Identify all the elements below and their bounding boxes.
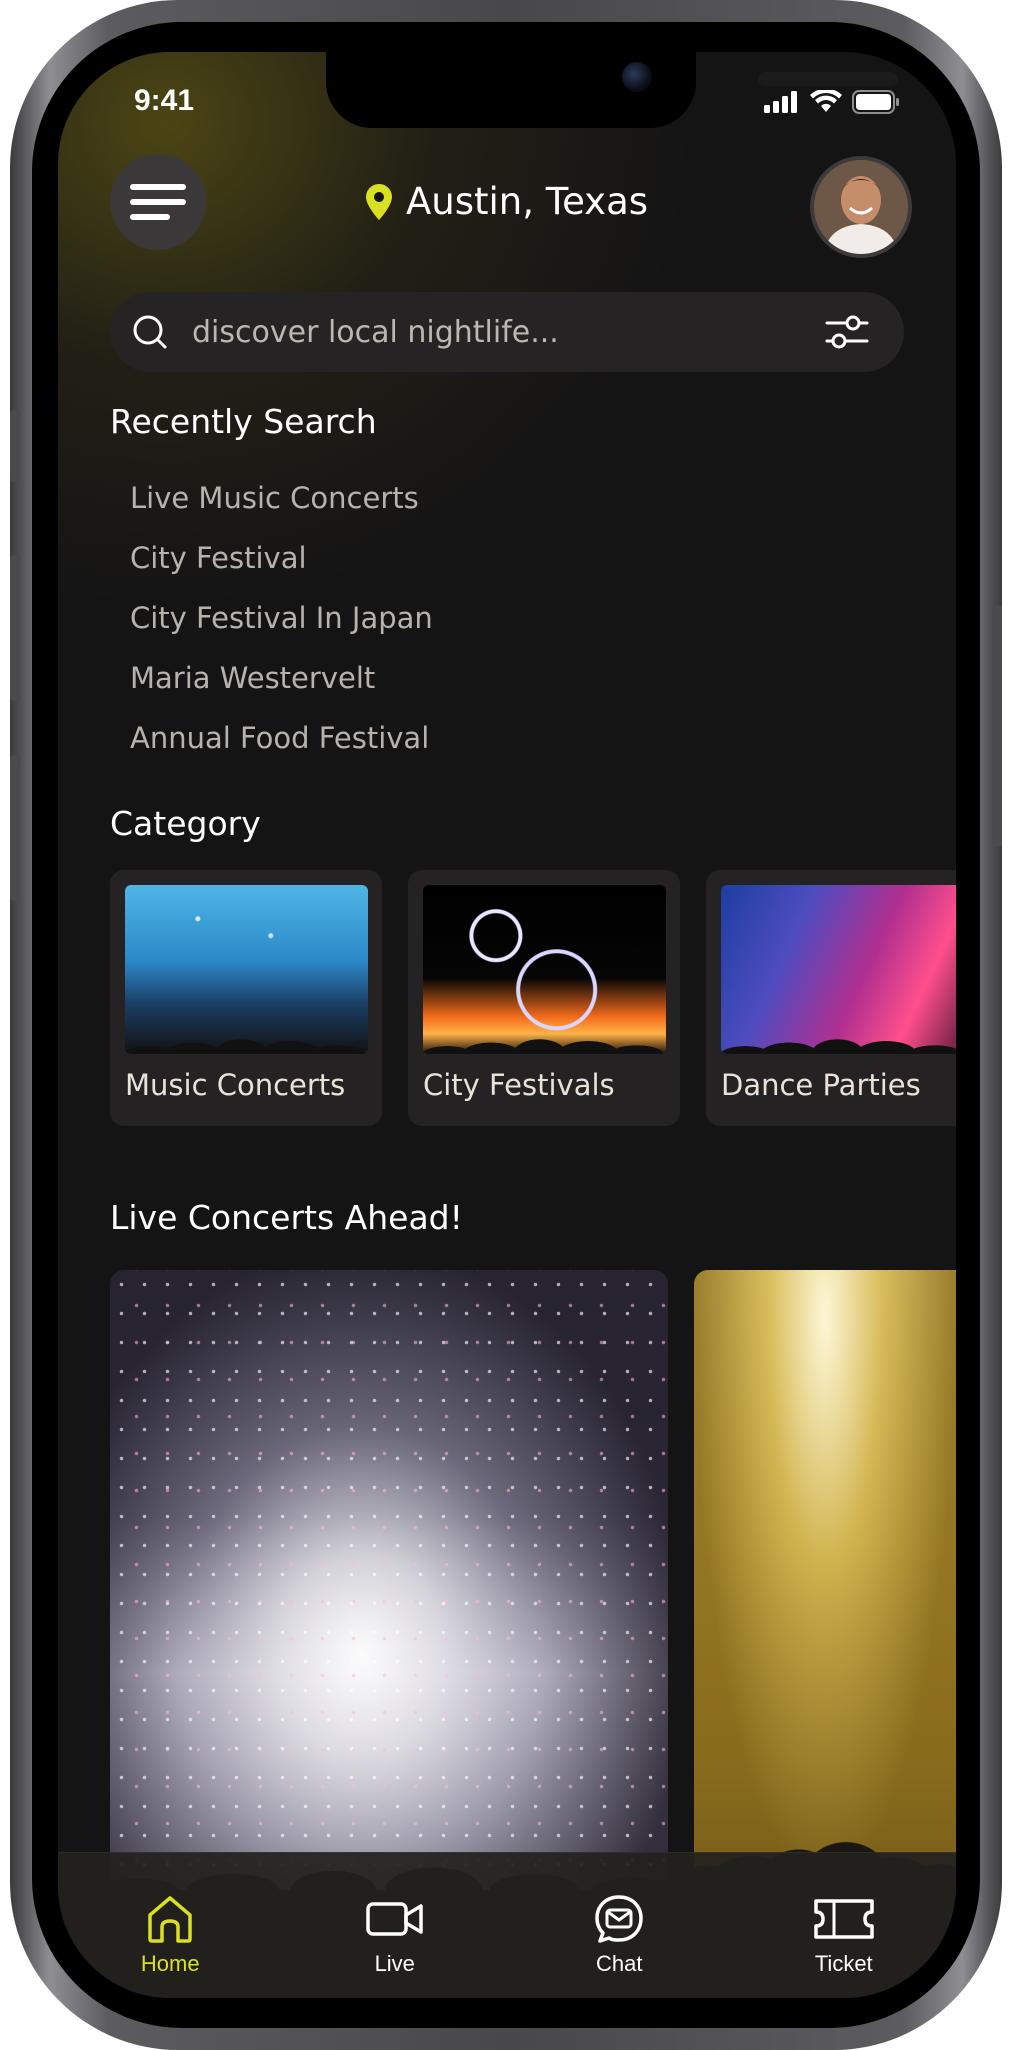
- wifi-icon: [810, 90, 842, 112]
- volume-down-button: [10, 755, 20, 901]
- nav-label: Home: [140, 1951, 200, 1976]
- nav-item-home[interactable]: Home: [110, 1853, 230, 1977]
- category-card-dance-parties[interactable]: Dance Parties: [706, 870, 956, 1126]
- recent-search-item[interactable]: Live Music Concerts: [130, 468, 433, 528]
- category-title: Category: [110, 804, 261, 843]
- silent-switch: [10, 410, 20, 482]
- video-camera-icon: [366, 1902, 423, 1936]
- speaker-grille: [758, 72, 898, 86]
- chat-icon: [595, 1895, 643, 1943]
- recent-search-title: Recently Search: [110, 402, 377, 441]
- category-label: City Festivals: [423, 1068, 615, 1102]
- volume-up-button: [10, 555, 20, 701]
- nav-label: Ticket: [814, 1951, 873, 1976]
- recent-search-list: Live Music Concerts City Festival City F…: [130, 468, 433, 768]
- category-label: Music Concerts: [125, 1068, 346, 1102]
- search-icon: [130, 312, 170, 352]
- recent-search-item[interactable]: Annual Food Festival: [130, 708, 433, 768]
- sliders-icon: [825, 315, 869, 349]
- ticket-icon: [814, 1899, 874, 1939]
- front-camera: [622, 62, 652, 92]
- home-icon: [148, 1896, 192, 1943]
- category-image-city-festivals: [423, 885, 666, 1054]
- status-time: 9:41: [134, 84, 195, 117]
- status-icons: [764, 90, 900, 114]
- nav-label: Live: [374, 1951, 415, 1976]
- signal-icon: [764, 91, 797, 113]
- battery-icon: [852, 90, 899, 114]
- category-image-music-concerts: [125, 885, 368, 1054]
- bottom-nav: Home Live Chat Ticket: [58, 1852, 956, 1998]
- recent-search-item[interactable]: City Festival In Japan: [130, 588, 433, 648]
- power-button: [992, 605, 1002, 847]
- avatar[interactable]: [810, 156, 912, 258]
- nav-label: Chat: [596, 1951, 643, 1976]
- category-image-dance-parties: [721, 885, 956, 1054]
- category-card-city-festivals[interactable]: City Festivals: [408, 870, 680, 1126]
- filter-button[interactable]: [824, 309, 870, 355]
- location-pin-icon: [365, 183, 392, 220]
- recent-search-item[interactable]: City Festival: [130, 528, 433, 588]
- nav-item-ticket[interactable]: Ticket: [784, 1853, 904, 1977]
- search-input[interactable]: [190, 313, 824, 351]
- app-screen: 9:41 Austin, Texas discover local nightl…: [58, 52, 956, 1998]
- category-carousel: Music Concerts City Festivals Dance Part…: [110, 870, 956, 1126]
- search-bar[interactable]: [110, 292, 904, 372]
- category-label: Dance Parties: [721, 1068, 921, 1102]
- nav-item-live[interactable]: Live: [335, 1853, 455, 1977]
- location-label: Austin, Texas: [405, 180, 649, 223]
- category-card-music-concerts[interactable]: Music Concerts: [110, 870, 382, 1126]
- live-concerts-title: Live Concerts Ahead!: [110, 1198, 463, 1237]
- profile-photo: [814, 160, 908, 254]
- recent-search-item[interactable]: Maria Westervelt: [130, 648, 433, 708]
- concert-card[interactable]: [694, 1270, 956, 1890]
- notch: [326, 52, 898, 128]
- concert-card[interactable]: [110, 1270, 668, 1890]
- nav-item-chat[interactable]: Chat: [559, 1853, 679, 1977]
